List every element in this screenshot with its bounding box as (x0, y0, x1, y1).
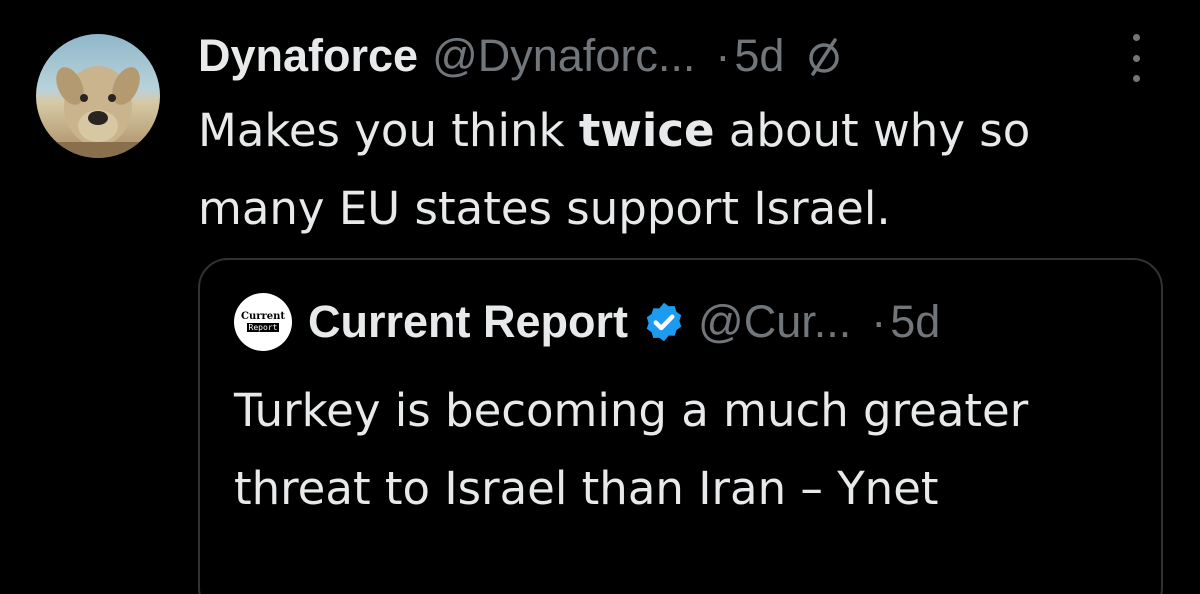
quoted-header-separator: · (871, 296, 887, 347)
tweet[interactable]: Dynaforce @Dynaforc... · 5d Makes you th… (0, 0, 1200, 594)
header-separator: · (715, 30, 731, 81)
author-display-name[interactable]: Dynaforce (198, 30, 418, 82)
tweet-timestamp[interactable]: 5d (734, 30, 784, 82)
tweet-text: Makes you think twice about why so many … (198, 92, 1128, 248)
quoted-avatar-line2: Report (246, 323, 280, 332)
quoted-author-display-name[interactable]: Current Report (308, 296, 628, 348)
author-avatar[interactable] (36, 34, 160, 158)
vertical-ellipsis-icon[interactable] (1122, 34, 1150, 82)
tweet-text-part1: Makes you think (198, 104, 579, 157)
muted-circle-slash-icon (806, 36, 842, 76)
tweet-text-bold: twice (578, 104, 715, 157)
tweet-header: Dynaforce @Dynaforc... · 5d (198, 26, 842, 86)
dog-avatar-image (36, 34, 160, 158)
verified-badge-icon (642, 300, 686, 344)
author-handle[interactable]: @Dynaforc... (432, 30, 695, 82)
quoted-tweet-timestamp[interactable]: 5d (890, 296, 940, 348)
quoted-avatar-line1: Current (240, 311, 286, 322)
quoted-tweet-header: Current Report Current Report @Cur... · … (234, 293, 940, 351)
quoted-author-avatar[interactable]: Current Report (234, 293, 292, 351)
quoted-tweet[interactable]: Current Report Current Report @Cur... · … (198, 258, 1163, 594)
quoted-author-handle[interactable]: @Cur... (698, 296, 851, 348)
quoted-tweet-text: Turkey is becoming a much greater threat… (234, 384, 1029, 515)
